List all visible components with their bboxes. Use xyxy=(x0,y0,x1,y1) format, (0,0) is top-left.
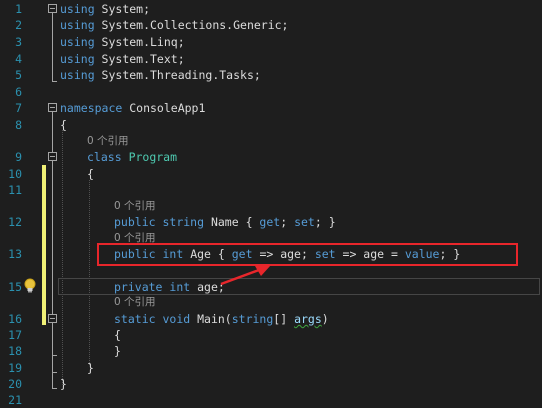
line-number: 12 xyxy=(8,215,22,229)
line-number: 15 xyxy=(8,280,22,294)
type-name: Program xyxy=(128,150,178,164)
code-line: 5 using System.Threading.Tasks; xyxy=(0,67,542,83)
code-line: 18 } xyxy=(0,343,542,359)
code-line: 1 using System; xyxy=(0,1,542,17)
keyword: string xyxy=(231,312,274,326)
line-number: 4 xyxy=(15,52,22,66)
accessor-keyword: set xyxy=(294,215,315,229)
highlight-callout-box xyxy=(97,243,518,266)
line-number: 19 xyxy=(8,361,22,375)
code-line: 10 { xyxy=(0,166,542,182)
code-line: 9 class Program xyxy=(0,149,542,165)
parameter-name: args xyxy=(294,312,322,326)
keyword: using xyxy=(60,35,95,49)
keyword: private xyxy=(114,280,163,294)
callout-arrow xyxy=(220,265,271,286)
codelens-references[interactable]: 0 个引用 xyxy=(87,133,129,149)
code-text: { xyxy=(87,167,94,181)
code-text: { xyxy=(60,118,67,132)
line-number: 21 xyxy=(8,393,22,407)
line-number: 11 xyxy=(8,183,22,197)
code-text: } xyxy=(114,344,121,358)
code-text: Main( xyxy=(190,312,232,326)
keyword: public xyxy=(114,215,156,229)
line-number: 13 xyxy=(8,247,22,261)
line-number: 6 xyxy=(15,85,22,99)
keyword: using xyxy=(60,2,95,16)
line-number: 16 xyxy=(8,312,22,326)
code-line: 8 { xyxy=(0,117,542,133)
code-editor[interactable]: 1 using System; 2 using System.Collectio… xyxy=(0,0,542,408)
line-number: 1 xyxy=(15,2,22,16)
keyword: using xyxy=(60,18,95,32)
keyword: int xyxy=(169,280,191,294)
code-line: 4 using System.Text; xyxy=(0,51,542,67)
code-line: 7 namespace ConsoleApp1 xyxy=(0,100,542,116)
code-text: } xyxy=(87,361,94,375)
code-text: Name { xyxy=(204,215,260,229)
keyword: using xyxy=(60,52,95,66)
code-text: ConsoleApp1 xyxy=(122,101,206,115)
code-line: 11 xyxy=(0,182,542,198)
line-number: 17 xyxy=(8,328,22,342)
codelens-references[interactable]: 0 个引用 xyxy=(114,294,156,310)
keyword: class xyxy=(87,150,122,164)
code-text: ; xyxy=(280,215,295,229)
keyword: void xyxy=(162,312,191,326)
line-number: 10 xyxy=(8,167,22,181)
keyword: namespace xyxy=(60,101,123,115)
code-text: System.Linq; xyxy=(94,35,185,49)
line-number: 20 xyxy=(8,377,22,391)
line-number: 5 xyxy=(15,68,22,82)
code-line: 17 { xyxy=(0,327,542,343)
codelens-references[interactable]: 0 个引用 xyxy=(114,198,156,214)
line-number: 8 xyxy=(15,118,22,132)
code-text: System.Collections.Generic; xyxy=(94,18,289,32)
line-number: 7 xyxy=(15,101,22,115)
code-line: 6 xyxy=(0,84,542,100)
code-line: 12 public string Name { get; set; } xyxy=(0,214,542,230)
code-line: 3 using System.Linq; xyxy=(0,34,542,50)
code-line: 21 xyxy=(0,392,542,408)
code-text: [] xyxy=(273,312,295,326)
line-number: 3 xyxy=(15,35,22,49)
keyword: string xyxy=(162,215,205,229)
code-text: ; } xyxy=(314,215,336,229)
keyword: static xyxy=(114,312,156,326)
lightbulb-icon[interactable] xyxy=(23,278,37,294)
keyword: using xyxy=(60,68,95,82)
line-number: 2 xyxy=(15,18,22,32)
code-text: System.Text; xyxy=(94,52,185,66)
line-number: 9 xyxy=(15,150,22,164)
line-number: 18 xyxy=(8,344,22,358)
code-line: 16 static void Main(string[] args) xyxy=(0,311,542,327)
code-text: ) xyxy=(321,312,329,326)
code-line: 2 using System.Collections.Generic; xyxy=(0,17,542,33)
code-line: 20 } xyxy=(0,376,542,392)
accessor-keyword: get xyxy=(259,215,281,229)
code-line: 19 } xyxy=(0,360,542,376)
code-text: } xyxy=(60,377,67,391)
code-text: { xyxy=(114,328,121,342)
code-text: System; xyxy=(94,2,151,16)
code-text: System.Threading.Tasks; xyxy=(94,68,261,82)
